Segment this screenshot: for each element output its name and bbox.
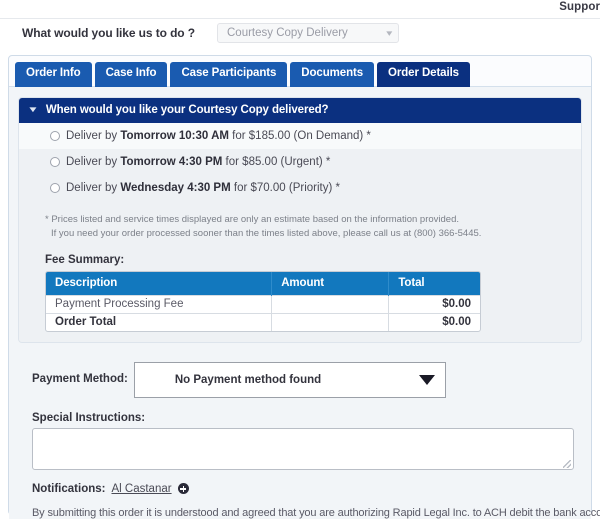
delivery-option-on-demand[interactable]: Deliver by Tomorrow 10:30 AM for $185.00… (19, 122, 581, 149)
table-row: Order Total $0.00 (46, 312, 480, 331)
option-suffix: for $185.00 (On Demand) * (228, 129, 371, 142)
delivery-option-label: Deliver by Wednesday 4:30 PM for $70.00 … (66, 182, 340, 194)
table-row: Payment Processing Fee $0.00 (46, 294, 480, 314)
service-question-row: What would you like us to do ? Courtesy … (0, 19, 600, 47)
top-support-bar: Support (0, 0, 600, 19)
delivery-panel-body: Deliver by Tomorrow 10:30 AM for $185.00… (19, 122, 581, 342)
option-suffix: for $70.00 (Priority) * (230, 181, 340, 194)
payment-method-label: Payment Method: (32, 372, 128, 385)
chevron-down-icon: ▾ (386, 27, 393, 38)
pricing-footnote: * Prices listed and service times displa… (45, 213, 581, 242)
delivery-option-label: Deliver by Tomorrow 4:30 PM for $85.00 (… (66, 156, 330, 168)
option-prefix: Deliver by (66, 129, 121, 142)
fee-table-header-row: Description Amount Total (46, 271, 480, 296)
tab-case-info[interactable]: Case Info (94, 62, 168, 87)
option-prefix: Deliver by (66, 155, 121, 168)
radio-on-demand[interactable] (50, 130, 60, 141)
authorization-disclaimer: By submitting this order it is understoo… (32, 506, 600, 519)
column-header-description: Description (46, 271, 273, 296)
option-prefix: Deliver by (66, 181, 121, 194)
delivery-option-urgent[interactable]: Deliver by Tomorrow 4:30 PM for $85.00 (… (19, 149, 581, 175)
cell-amount (271, 312, 390, 331)
order-tab-container: Order Info Case Info Case Participants D… (8, 55, 600, 519)
support-link[interactable]: Support (559, 1, 600, 13)
option-emphasis: Wednesday 4:30 PM (120, 181, 231, 194)
delivery-panel-title: When would you like your Courtesy Copy d… (45, 103, 329, 116)
tab-order-info[interactable]: Order Info (15, 62, 92, 87)
tab-documents[interactable]: Documents (290, 62, 375, 87)
option-emphasis: Tomorrow 4:30 PM (120, 155, 223, 168)
notification-recipient-link[interactable]: Al Castanar (111, 483, 171, 495)
payment-method-value: No Payment method found (174, 373, 322, 386)
radio-urgent[interactable] (50, 156, 60, 167)
service-type-value: Courtesy Copy Delivery (227, 27, 348, 39)
tab-order-details[interactable]: Order Details (377, 62, 470, 87)
caret-down-icon: ▼ (27, 104, 39, 114)
column-header-total: Total (388, 271, 480, 296)
delivery-schedule-panel: ▼ When would you like your Courtesy Copy… (18, 96, 582, 343)
notifications-row: Notifications: Al Castanar (32, 483, 582, 495)
payment-method-row: Payment Method: No Payment method found (32, 361, 582, 398)
cell-description: Order Total (46, 312, 273, 331)
special-instructions-input[interactable] (32, 427, 574, 470)
payment-method-select[interactable]: No Payment method found (133, 361, 446, 398)
cell-amount (271, 294, 390, 314)
delivery-option-label: Deliver by Tomorrow 10:30 AM for $185.00… (66, 130, 371, 142)
fee-summary-table-wrapper: Description Amount Total Payment Process… (45, 270, 481, 332)
cell-total: $0.00 (388, 294, 480, 314)
fee-summary-table: Description Amount Total Payment Process… (46, 271, 480, 331)
cell-total: $0.00 (388, 312, 480, 331)
footnote-line-2: If you need your order processed sooner … (51, 228, 482, 240)
column-header-amount: Amount (271, 271, 390, 296)
tab-panel-order-details: ▼ When would you like your Courtesy Copy… (9, 85, 600, 519)
service-question-label: What would you like us to do ? (22, 26, 195, 40)
delivery-option-priority[interactable]: Deliver by Wednesday 4:30 PM for $70.00 … (19, 175, 581, 201)
tab-case-participants[interactable]: Case Participants (170, 62, 288, 87)
notifications-label: Notifications: (32, 482, 106, 495)
option-emphasis: Tomorrow 10:30 AM (120, 129, 229, 142)
resize-grip-icon[interactable] (563, 459, 571, 468)
cell-description: Payment Processing Fee (46, 294, 273, 314)
option-suffix: for $85.00 (Urgent) * (222, 155, 331, 168)
radio-priority[interactable] (50, 182, 60, 193)
tab-strip: Order Info Case Info Case Participants D… (9, 56, 591, 87)
footnote-line-1: * Prices listed and service times displa… (45, 213, 459, 225)
fee-summary-title: Fee Summary: (45, 253, 125, 266)
triangle-down-icon (418, 374, 435, 385)
delivery-panel-header[interactable]: ▼ When would you like your Courtesy Copy… (19, 97, 581, 123)
service-type-select[interactable]: Courtesy Copy Delivery ▾ (217, 23, 399, 43)
special-instructions-label: Special Instructions: (32, 411, 146, 424)
plus-circle-icon[interactable] (177, 483, 189, 495)
